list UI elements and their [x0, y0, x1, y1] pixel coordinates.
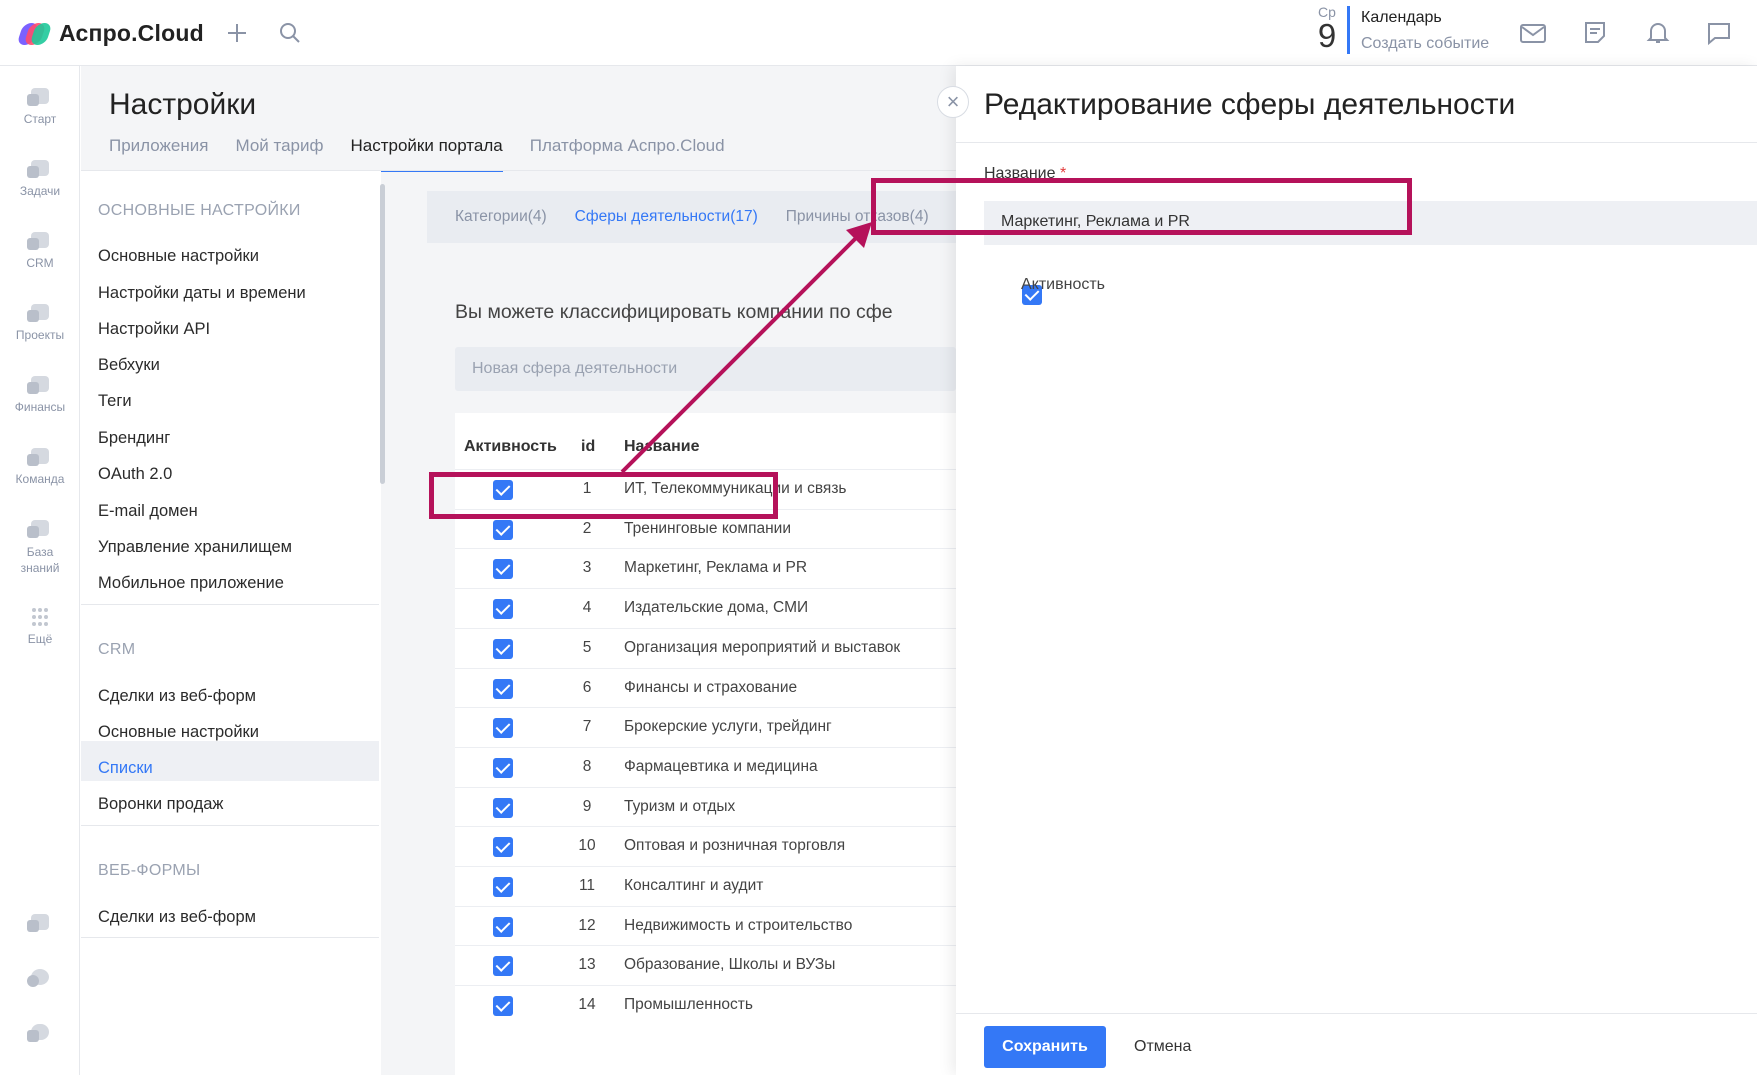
screen: { "app": { "logo_text": "Аспро.Cloud" },…	[0, 0, 1757, 1075]
annotation-arrow	[620, 222, 872, 474]
